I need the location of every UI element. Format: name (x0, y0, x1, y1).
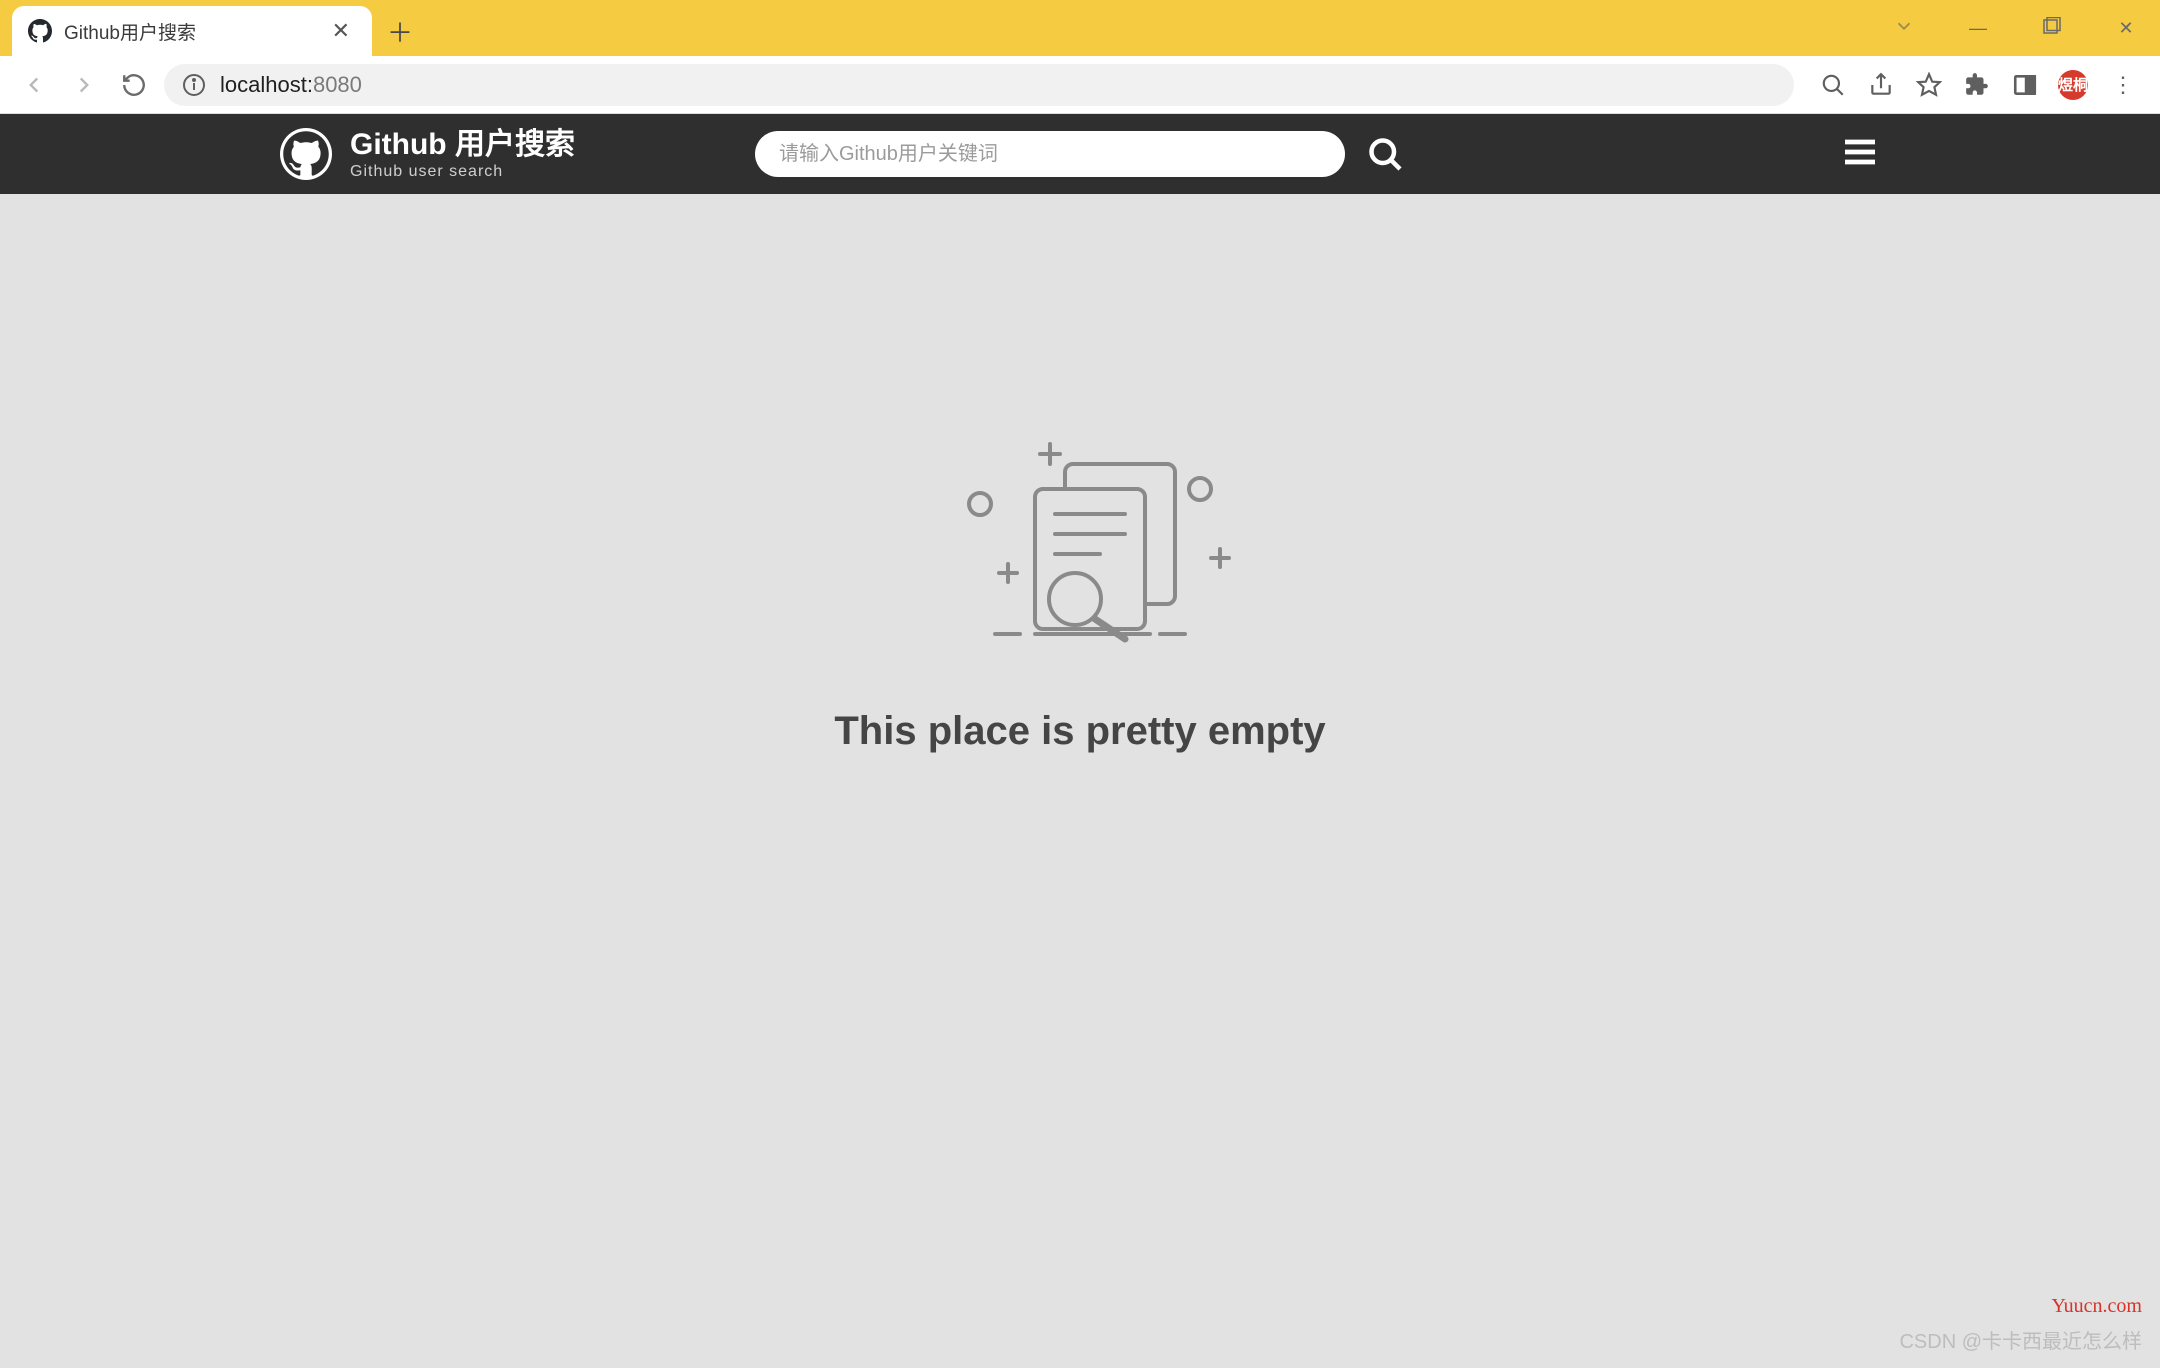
new-tab-button[interactable]: ＋ (378, 9, 422, 53)
tab-close-icon[interactable]: ✕ (326, 16, 356, 46)
browser-titlebar: Github用户搜索 ✕ ＋ — ✕ (0, 0, 2160, 56)
bookmark-star-icon[interactable] (1914, 70, 1944, 100)
window-minimize-icon[interactable]: — (1954, 18, 2002, 39)
app-header: Github 用户搜索 Github user search (0, 114, 2160, 194)
site-info-icon[interactable] (182, 73, 206, 97)
window-controls: — ✕ (1880, 0, 2160, 56)
main-content: This place is pretty empty Yuucn.com CSD… (0, 194, 2160, 1368)
address-bar[interactable]: localhost:8080 (164, 64, 1794, 106)
share-icon[interactable] (1866, 70, 1896, 100)
search-wrap (755, 131, 1405, 177)
url-host: localhost: (220, 72, 313, 97)
app-subtitle: Github user search (350, 163, 575, 181)
profile-avatar[interactable]: 煜桐 (2058, 70, 2088, 100)
toolbar-actions: 煜桐 ⋮ (1804, 70, 2146, 100)
browser-tab[interactable]: Github用户搜索 ✕ (12, 6, 372, 56)
search-input[interactable] (779, 143, 1321, 166)
window-maximize-icon[interactable] (2028, 17, 2076, 40)
github-logo-icon (280, 128, 332, 180)
watermark-author: CSDN @卡卡西最近怎么样 (1899, 1325, 2142, 1354)
nav-forward-button[interactable] (64, 65, 104, 105)
tab-search-icon[interactable] (1880, 15, 1928, 42)
zoom-icon[interactable] (1818, 70, 1848, 100)
window-close-icon[interactable]: ✕ (2102, 18, 2150, 39)
search-box (755, 131, 1345, 177)
empty-state-text: This place is pretty empty (834, 709, 1325, 754)
url-text: localhost:8080 (220, 72, 362, 98)
brand-text: Github 用户搜索 Github user search (350, 128, 575, 181)
extensions-icon[interactable] (1962, 70, 1992, 100)
watermark-site: Yuucn.com (2051, 1295, 2142, 1318)
tab-title: Github用户搜索 (64, 18, 314, 45)
nav-reload-button[interactable] (114, 65, 154, 105)
brand: Github 用户搜索 Github user search (280, 128, 575, 181)
search-button[interactable] (1365, 134, 1405, 174)
empty-state-illustration (900, 434, 1260, 649)
url-port: 8080 (313, 72, 362, 97)
nav-back-button[interactable] (14, 65, 54, 105)
menu-button[interactable] (1840, 132, 1880, 177)
app-title: Github 用户搜索 (350, 128, 575, 161)
browser-menu-icon[interactable]: ⋮ (2106, 72, 2140, 98)
side-panel-icon[interactable] (2010, 70, 2040, 100)
browser-toolbar: localhost:8080 煜桐 ⋮ (0, 56, 2160, 114)
github-icon (28, 19, 52, 43)
